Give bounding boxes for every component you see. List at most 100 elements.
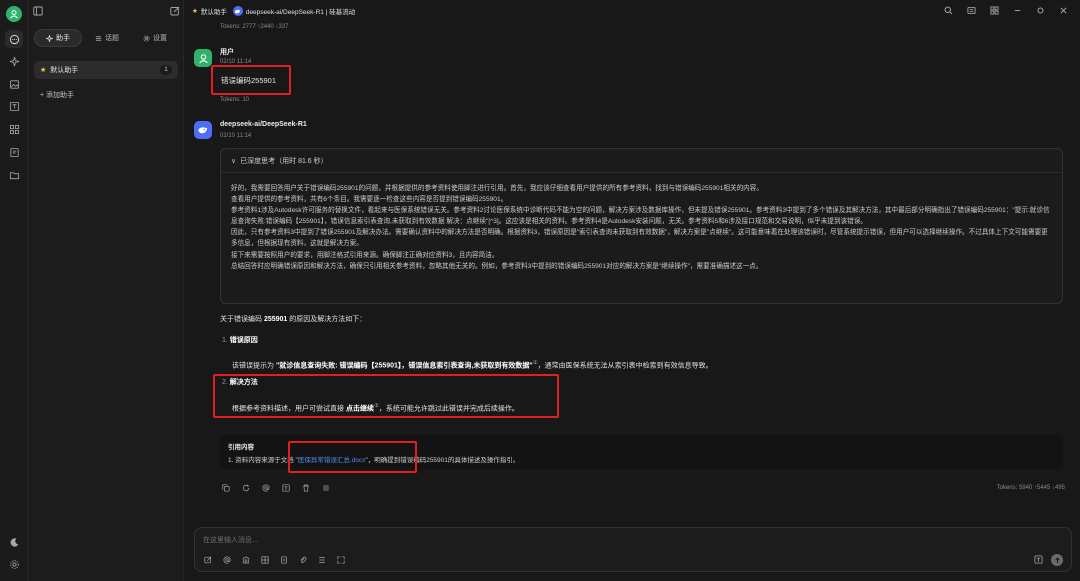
attachment-button[interactable] <box>299 556 307 566</box>
moon-icon <box>10 537 18 547</box>
translate-icon <box>9 101 19 111</box>
thinking-line: 参考资料1涉及Autodesk许可服务的替换文件，看起来与医保系统错误无关。参考… <box>231 207 1050 226</box>
expand-icon <box>967 6 976 14</box>
edit-icon <box>204 556 212 564</box>
theme-toggle-button[interactable] <box>5 533 23 551</box>
files-nav-button[interactable] <box>5 166 23 184</box>
trash-icon <box>303 484 309 492</box>
answer-intro-text: 的原因及解决方法如下： <box>287 316 367 323</box>
thinking-line: 总结回答时应明确错误原因和解决方法，确保只引用相关参考资料，忽略其他无关的。例如… <box>231 262 763 270</box>
new-topic-button[interactable] <box>204 556 212 566</box>
more-menu-button[interactable] <box>322 484 330 494</box>
send-area <box>1034 554 1063 566</box>
chat-nav-button[interactable] <box>5 30 23 48</box>
header-model-selector[interactable]: deepseek-ai/DeepSeek-R1 | 硅基流动 <box>232 6 356 16</box>
assistant-message-tokens: Tokens: 5940 ↑5445 ↓495 <box>996 485 1065 491</box>
thinking-line: 查看用户提供的参考资料，共有6个条目。我需要逐一检查这些内容是否提到错误编码25… <box>231 196 508 204</box>
web-search-button[interactable] <box>261 556 269 566</box>
restore-icon <box>1037 7 1044 13</box>
copy-button[interactable] <box>222 484 230 494</box>
menu-icon <box>323 485 329 491</box>
user-name: 用户 <box>220 49 234 56</box>
translate-input-button[interactable] <box>1034 554 1043 566</box>
add-assistant-label: + 添加助手 <box>40 92 75 99</box>
folder-icon <box>9 171 19 179</box>
tab-settings[interactable]: 设置 <box>132 29 178 47</box>
translate-nav-button[interactable] <box>5 97 23 115</box>
left-rail <box>0 0 28 581</box>
settings-nav-button[interactable] <box>5 555 23 573</box>
minimize-button[interactable] <box>1013 6 1022 17</box>
clear-context-button[interactable] <box>318 556 326 566</box>
user-icon <box>10 10 18 19</box>
sparkle-icon <box>9 56 19 66</box>
header-assistant-tab[interactable]: ★ 默认助手 <box>192 6 227 16</box>
apps-nav-button[interactable] <box>5 120 23 138</box>
sidebar-tabs: 助手 话题 设置 <box>34 29 178 47</box>
translate-icon <box>282 484 290 492</box>
eraser-icon <box>319 557 325 563</box>
window-controls <box>944 0 1068 22</box>
knowledge-nav-button[interactable] <box>5 143 23 161</box>
deepseek-logo-icon <box>198 127 208 134</box>
chat-bubble-icon <box>9 34 19 44</box>
close-button[interactable] <box>1059 6 1068 17</box>
paint-nav-button[interactable] <box>5 75 23 93</box>
document-icon <box>281 556 287 564</box>
new-topic-button[interactable] <box>170 6 180 18</box>
header-model-label: deepseek-ai/DeepSeek-R1 | 硅基流动 <box>245 9 356 16</box>
expand-input-button[interactable] <box>337 556 345 566</box>
sidebar-toolbar <box>28 0 184 22</box>
layout-button[interactable] <box>990 5 999 17</box>
toggle-sidebar-button[interactable] <box>33 6 43 18</box>
tab-assistants[interactable]: 助手 <box>34 29 82 47</box>
tab-label: 助手 <box>56 35 70 42</box>
mention-button[interactable] <box>223 556 231 566</box>
edit-icon <box>170 6 180 16</box>
image-icon <box>9 79 19 89</box>
refresh-icon <box>242 484 250 492</box>
regenerate-button[interactable] <box>242 484 250 494</box>
star-icon: ★ <box>40 67 47 74</box>
delete-button[interactable] <box>302 484 310 494</box>
book-icon <box>9 147 19 157</box>
thinking-line: 接下来需要按照用户的要求，用脚注格式引用来源。确保脚注正确对应资料3，且内容简洁… <box>231 251 499 259</box>
close-icon <box>1060 6 1067 14</box>
input-toolbar <box>204 556 345 566</box>
assistant-message-time: 02/10 11:14 <box>220 133 252 139</box>
thinking-header[interactable]: ∨ 已深度思考（用时 81.6 秒） <box>221 149 1062 173</box>
fullscreen-button[interactable] <box>967 6 976 17</box>
gear-icon <box>143 35 150 41</box>
previous-tokens: Tokens: 2777 ↑2440 ↓337 <box>220 24 289 30</box>
agents-nav-button[interactable] <box>5 52 23 70</box>
translate-button[interactable] <box>282 484 290 494</box>
knowledge-base-button[interactable] <box>242 556 250 566</box>
add-assistant-button[interactable]: + 添加助手 <box>40 90 74 100</box>
assistant-name: deepseek-ai/DeepSeek-R1 <box>220 121 307 128</box>
tab-label: 设置 <box>153 35 167 42</box>
user-message-tokens: Tokens: 10 <box>220 97 250 103</box>
top-header: ★ 默认助手 deepseek-ai/DeepSeek-R1 | 硅基流动 <box>184 0 1080 22</box>
answer-text: 该错误提示为 <box>232 362 276 370</box>
answer-item-1-body: 该错误提示为 "就诊信息查询失败: 错误编码【255901】，错误信息索引表查询… <box>232 360 713 370</box>
message-input-placeholder[interactable]: 在这里输入消息... <box>203 535 258 545</box>
user-icon <box>198 53 208 63</box>
maximize-button[interactable] <box>1036 6 1045 17</box>
answer-intro: 关于错误编码 255901 的原因及解决方法如下： <box>220 314 366 324</box>
chat-area: Tokens: 2777 ↑2440 ↓337 用户 02/10 11:14 错… <box>184 22 1080 520</box>
send-button[interactable] <box>1051 554 1063 566</box>
sidebar-toggle-icon <box>33 6 43 16</box>
user-avatar[interactable] <box>6 6 22 22</box>
tab-label: 话题 <box>105 35 119 42</box>
quick-phrases-button[interactable] <box>280 556 288 566</box>
thinking-line: 好的，我需要回答用户关于错误编码255901的问题，并根据提供的参考资料使用脚注… <box>231 185 763 192</box>
assistant-item-default[interactable]: ★ 默认助手 1 <box>34 61 178 79</box>
list-title: 错误原因 <box>229 337 258 344</box>
translate-icon <box>1034 554 1043 564</box>
message-input-box[interactable]: 在这里输入消息... <box>194 527 1072 572</box>
copy-icon <box>222 484 230 492</box>
tab-topics[interactable]: 话题 <box>84 29 130 47</box>
answer-intro-code: 255901 <box>263 316 288 323</box>
mention-model-button[interactable] <box>262 484 270 494</box>
search-button[interactable] <box>944 6 953 17</box>
